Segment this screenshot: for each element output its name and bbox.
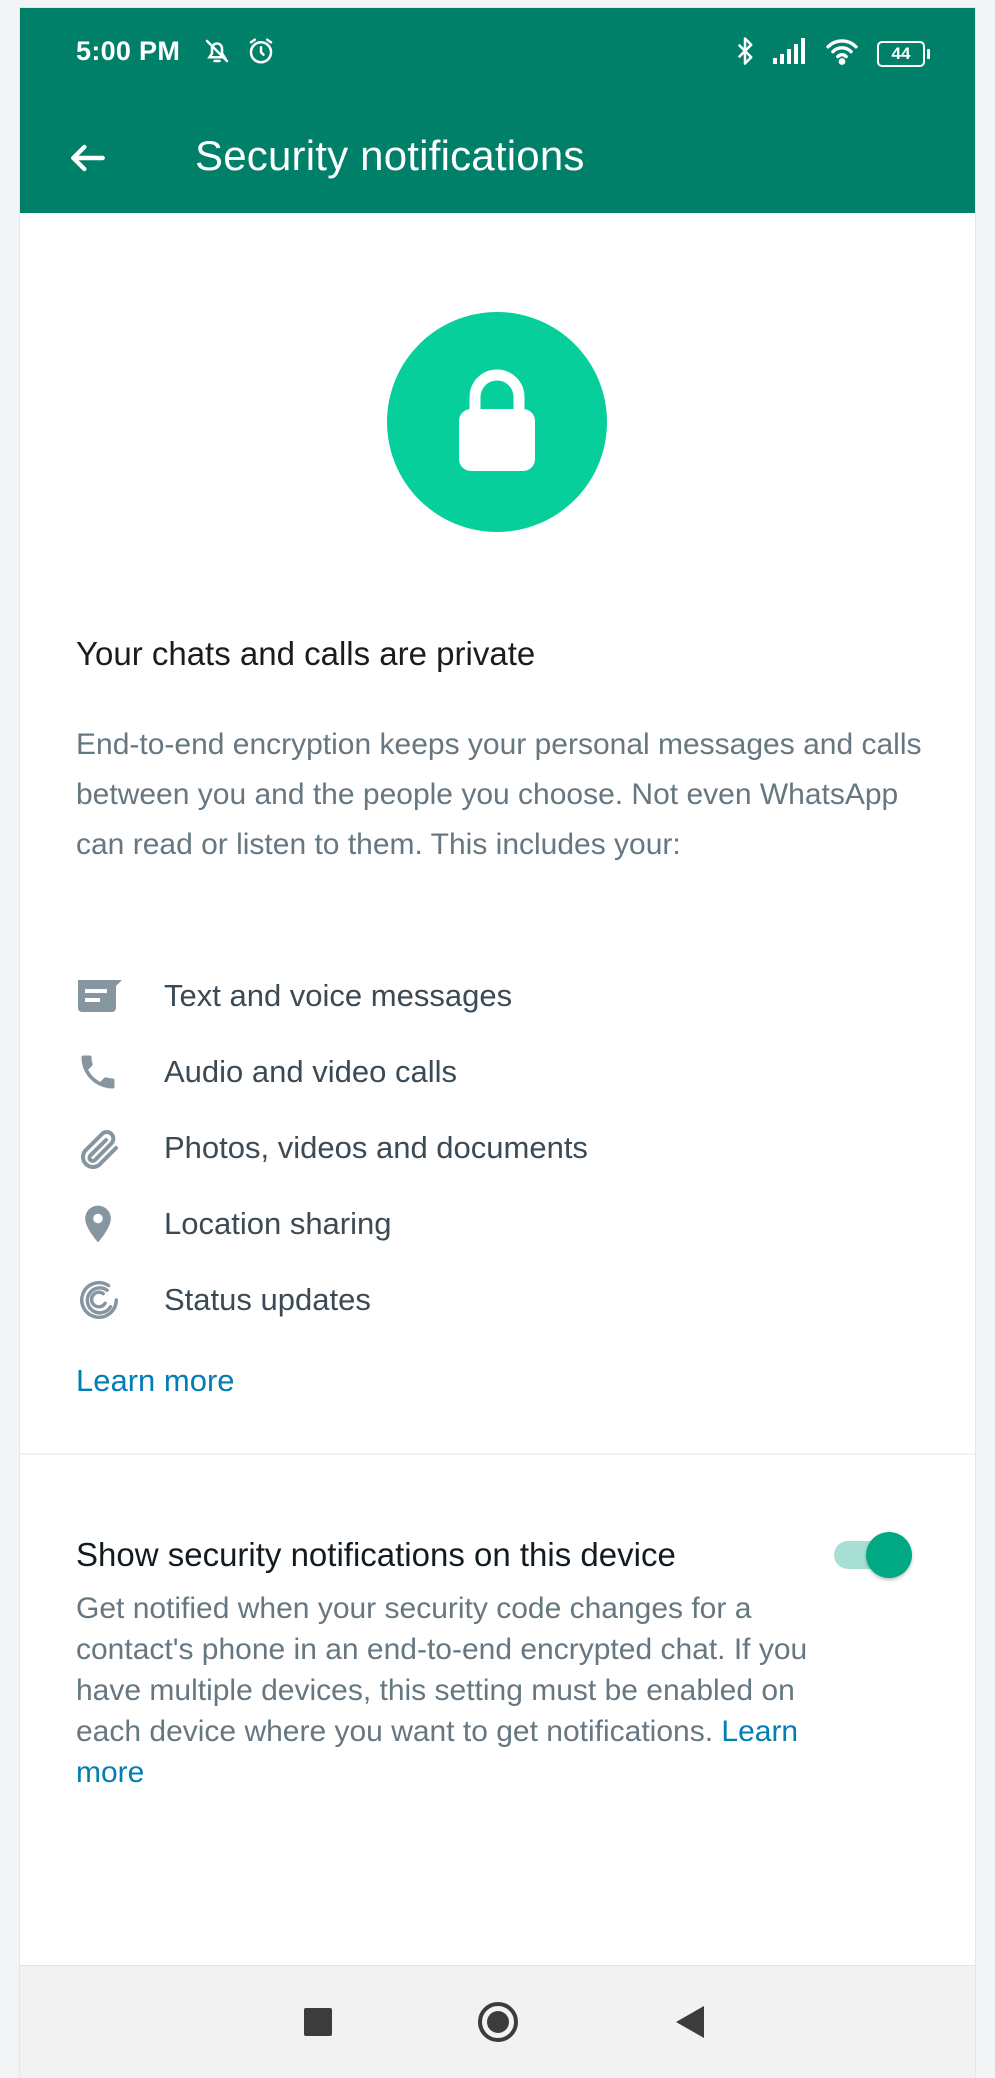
- wifi-icon: [825, 37, 859, 70]
- phone-icon: [76, 1050, 164, 1094]
- setting-description-text: Get notified when your security code cha…: [76, 1592, 808, 1748]
- feature-list: Text and voice messages Audio and video …: [76, 958, 588, 1338]
- home-button[interactable]: [470, 1996, 526, 2052]
- status-bar: 5:00 PM 44: [20, 8, 975, 98]
- section-divider: [20, 1453, 975, 1455]
- list-item: Location sharing: [76, 1186, 588, 1262]
- signal-icon: [773, 38, 807, 69]
- nav-back-button[interactable]: [663, 1996, 719, 2052]
- lock-badge: [387, 312, 607, 532]
- recents-square-icon: [304, 2007, 332, 2041]
- feature-label: Location sharing: [164, 1206, 392, 1241]
- paperclip-icon: [76, 1124, 164, 1172]
- toggle-knob: [866, 1532, 912, 1578]
- phone-screen: 5:00 PM 44 Security notifications Your c…: [20, 8, 975, 2078]
- setting-description: Get notified when your security code cha…: [76, 1588, 826, 1793]
- location-pin-icon: [76, 1200, 164, 1248]
- feature-label: Status updates: [164, 1282, 371, 1317]
- mute-bell-icon: [202, 36, 232, 71]
- back-triangle-icon: [676, 2005, 706, 2043]
- app-bar: 5:00 PM 44 Security notifications: [20, 8, 975, 213]
- feature-label: Photos, videos and documents: [164, 1130, 588, 1165]
- page-title: Security notifications: [195, 132, 585, 179]
- recents-button[interactable]: [290, 1996, 346, 2052]
- setting-title: Show security notifications on this devi…: [76, 1536, 676, 1573]
- alarm-icon: [246, 36, 276, 71]
- lock-icon: [455, 365, 539, 480]
- back-button[interactable]: [60, 132, 116, 188]
- feature-label: Audio and video calls: [164, 1054, 457, 1089]
- security-notifications-toggle[interactable]: [830, 1530, 912, 1580]
- list-item: Text and voice messages: [76, 958, 588, 1034]
- status-icon: [76, 1277, 164, 1323]
- learn-more-link[interactable]: Learn more: [76, 1363, 235, 1399]
- bluetooth-icon: [735, 36, 755, 71]
- list-item: Status updates: [76, 1262, 588, 1338]
- status-time: 5:00 PM: [76, 36, 181, 66]
- arrow-left-icon: [66, 136, 110, 185]
- home-circle-icon: [476, 2000, 520, 2049]
- privacy-description: End-to-end encryption keeps your persona…: [76, 728, 922, 861]
- toolbar: Security notifications: [20, 108, 975, 208]
- feature-label: Text and voice messages: [164, 978, 513, 1013]
- privacy-heading: Your chats and calls are private: [76, 635, 536, 672]
- message-icon: [76, 976, 164, 1016]
- system-nav-bar: [20, 1965, 975, 2078]
- battery-icon: 44: [877, 40, 930, 67]
- list-item: Photos, videos and documents: [76, 1110, 588, 1186]
- list-item: Audio and video calls: [76, 1034, 588, 1110]
